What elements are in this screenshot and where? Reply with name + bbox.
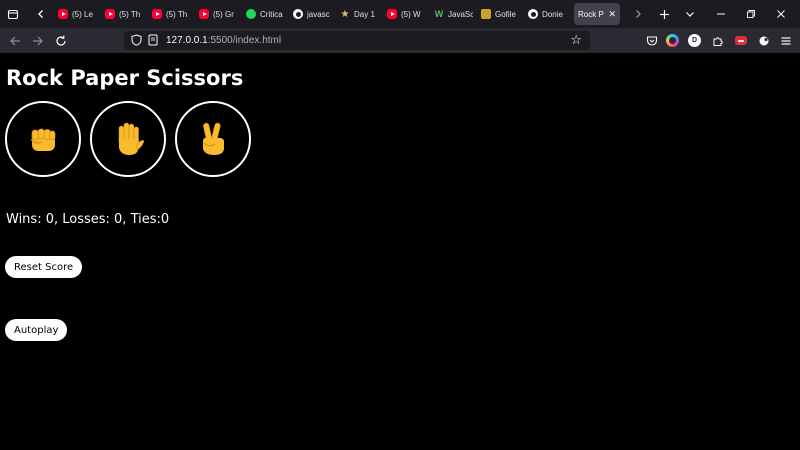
tab-title: Rock Pa [578,9,604,19]
url-path: :5500/index.html [207,35,282,46]
address-bar[interactable]: 127.0.0.1:5500/index.html ☆ [124,31,590,50]
browser-tab[interactable]: Donie [524,3,571,25]
close-window-icon[interactable] [766,3,796,25]
browser-tab[interactable]: javasc [289,3,336,25]
tab-bar: (5) Le (5) Th (5) Th (5) Gr Critica java… [0,0,800,28]
url-text: 127.0.0.1:5500/index.html [166,35,281,46]
menu-hamburger-icon[interactable] [777,32,794,49]
minimize-icon[interactable] [706,3,736,25]
reset-score-button[interactable]: Reset Score [5,256,83,278]
tracking-protection-icon[interactable] [131,34,142,49]
restore-icon[interactable] [736,3,766,25]
reload-icon[interactable] [52,32,69,49]
browser-tab[interactable]: Critica [242,3,289,25]
new-tab-icon[interactable] [653,3,675,25]
youtube-icon [58,9,68,19]
list-all-tabs-icon[interactable] [679,3,701,25]
tab-title: javasc [307,9,330,19]
pocket-icon[interactable] [643,32,660,49]
score-text: Wins: 0, Losses: 0, Ties:0 [6,212,170,227]
tab-title: Gofile [495,9,516,19]
github-icon [293,9,303,19]
github-icon [528,9,538,19]
youtube-icon [199,9,209,19]
close-tab-icon[interactable]: ✕ [608,9,616,20]
youtube-icon [152,9,162,19]
tab-scroll-right-icon[interactable] [627,3,649,25]
star-icon: ★ [340,8,350,20]
url-host: 127.0.0.1 [166,35,208,46]
paper-button[interactable] [90,101,166,177]
tab-title: (5) Le [72,9,93,19]
browser-tab[interactable]: (5) Le [54,3,101,25]
tab-title: (5) Th [166,9,188,19]
page-info-icon[interactable] [147,34,159,49]
browser-tab[interactable]: (5) Gr [195,3,242,25]
browser-tab[interactable]: W JavaSc [430,3,477,25]
account-avatar-icon[interactable] [664,32,681,49]
tab-scroll-left-icon[interactable] [30,3,52,25]
tab-title: Day 1 [354,9,375,19]
youtube-icon [105,9,115,19]
raised-hand-emoji-icon [118,122,145,155]
tab-title: Critica [260,9,283,19]
extension-d-icon[interactable]: D [686,32,703,49]
w-icon: W [434,9,444,19]
victory-hand-emoji-icon [203,122,224,155]
active-browser-tab[interactable]: Rock Pa ✕ [574,3,620,25]
browser-tab[interactable]: (5) W [383,3,430,25]
browser-tab[interactable]: ★ Day 1 [336,3,383,25]
scissors-button[interactable] [175,101,251,177]
browser-tab[interactable]: (5) Th [101,3,148,25]
rock-button[interactable] [5,101,81,177]
youtube-icon [387,9,397,19]
tab-overview-icon[interactable] [2,3,24,25]
red-extension-icon[interactable] [732,32,749,49]
extension-badge-label: D [688,34,701,47]
tab-title: JavaSc [448,9,473,19]
tab-title: Donie [542,9,563,19]
bookmark-star-icon[interactable]: ☆ [570,32,582,48]
extension-blob-icon[interactable] [755,32,772,49]
gofile-icon [481,9,491,19]
tab-title: (5) W [401,9,421,19]
navigation-toolbar: 127.0.0.1:5500/index.html ☆ D [0,28,800,53]
back-icon[interactable] [6,32,23,49]
extensions-puzzle-icon[interactable] [709,32,726,49]
page-title: Rock Paper Scissors [6,66,244,90]
tab-title: (5) Gr [213,9,234,19]
tab-title: (5) Th [119,9,141,19]
forward-icon[interactable] [29,32,46,49]
page-content: Rock Paper Scissors Wins: 0, Losses: 0, … [0,53,800,450]
browser-tab[interactable]: Gofile [477,3,524,25]
spotify-icon [246,9,256,19]
fist-emoji-icon [30,128,56,151]
autoplay-button[interactable]: Autoplay [5,319,68,341]
browser-tab[interactable]: (5) Th [148,3,195,25]
